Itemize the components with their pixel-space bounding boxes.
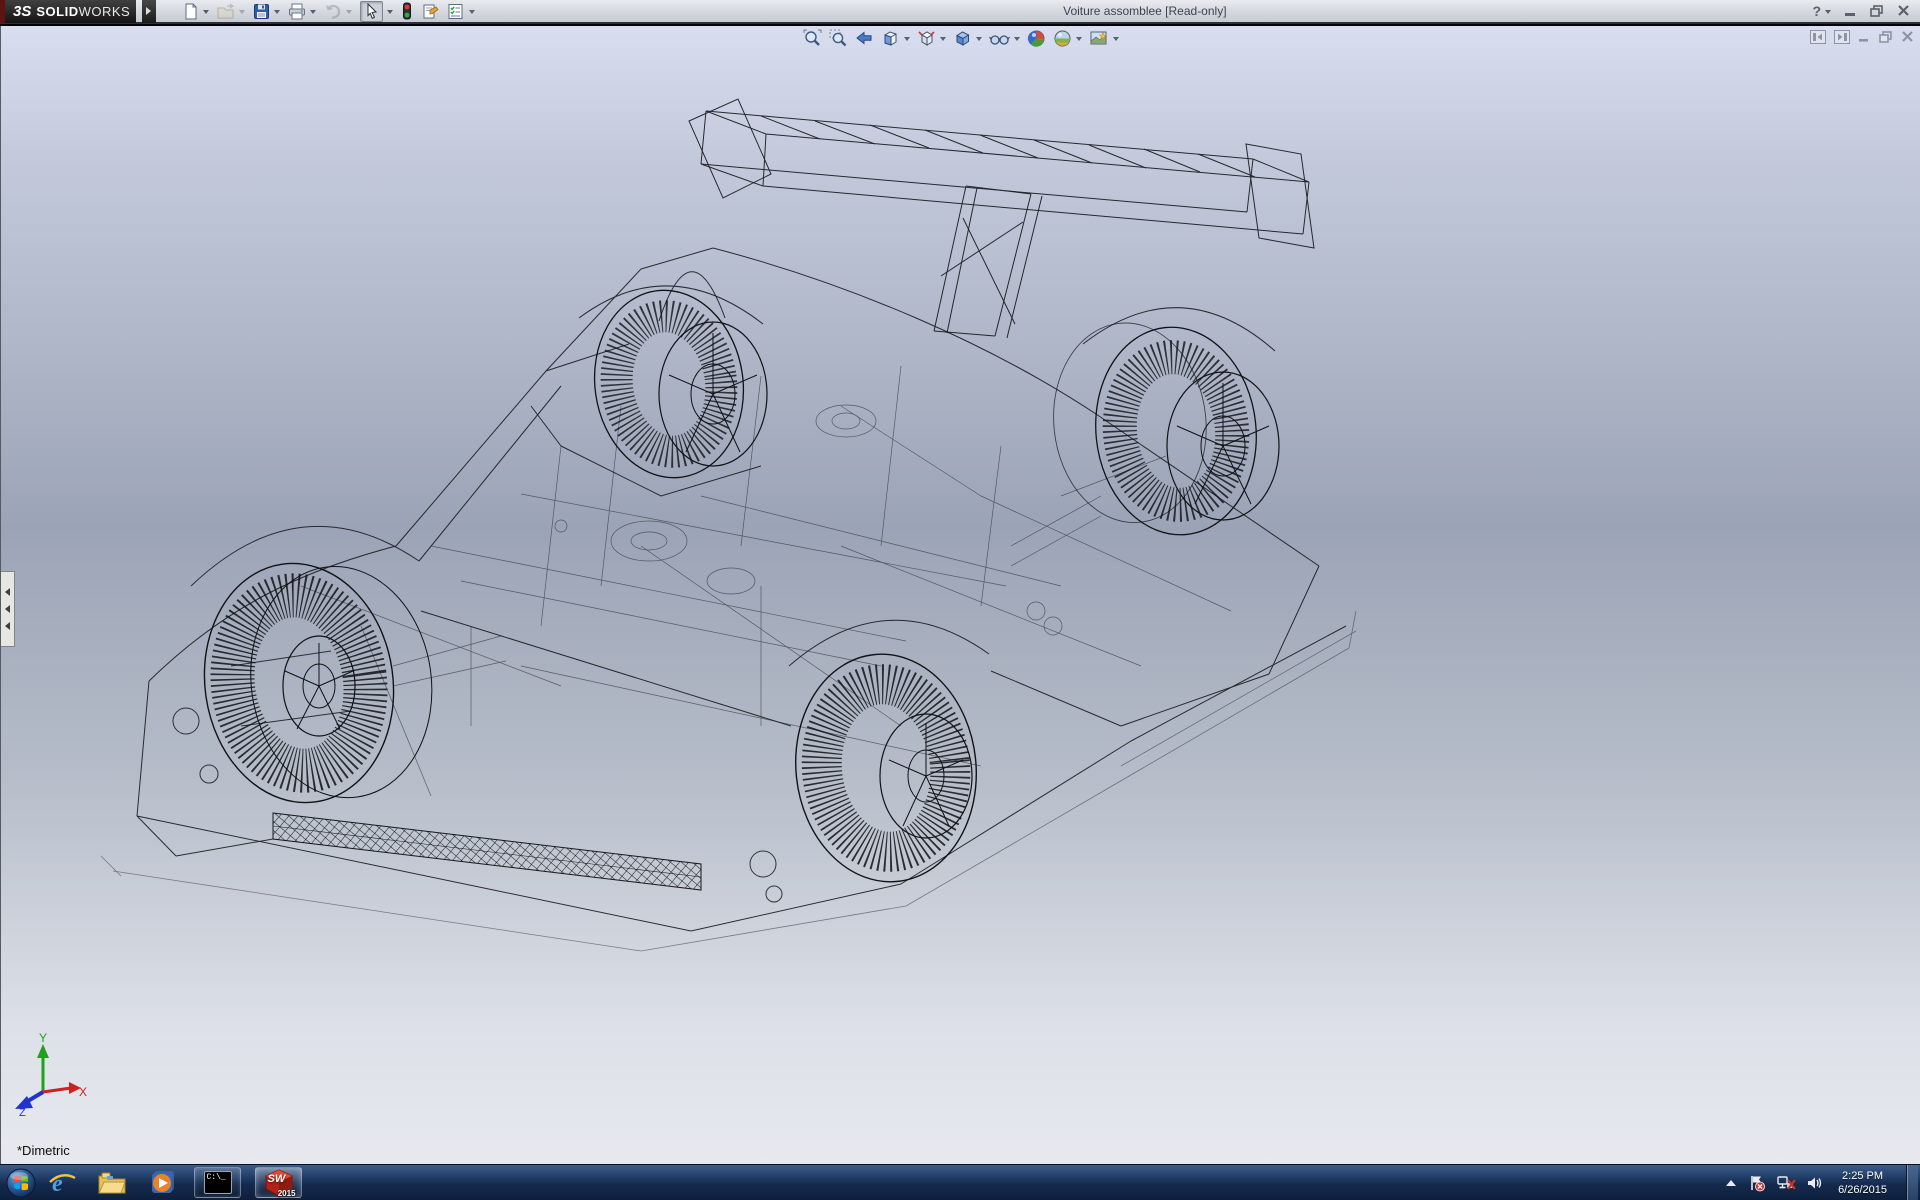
internet-explorer-button[interactable]: e bbox=[44, 1168, 80, 1198]
logo-accent-strip bbox=[0, 0, 5, 23]
new-dropdown-caret[interactable] bbox=[203, 9, 210, 17]
window-controls: ? bbox=[1812, 3, 1920, 19]
command-prompt-icon: C:\_ bbox=[203, 1171, 232, 1194]
save-document-icon bbox=[254, 3, 270, 19]
help-icon: ? bbox=[1812, 3, 1821, 19]
wheels bbox=[203, 289, 1280, 883]
wireframe-race-car-model[interactable] bbox=[1, 26, 1920, 1164]
windows-explorer-button[interactable] bbox=[94, 1168, 130, 1198]
select-cursor-icon bbox=[367, 2, 378, 19]
triad-x-label: X bbox=[79, 1085, 87, 1099]
taskbar: e C:\_ SW 2015 2:25 PM 6/26/2015 bbox=[0, 1164, 1920, 1200]
file-properties-button[interactable] bbox=[419, 2, 441, 21]
options-dropdown-caret[interactable] bbox=[469, 9, 476, 17]
help-button[interactable]: ? bbox=[1812, 3, 1831, 19]
command-prompt-button[interactable]: C:\_ bbox=[194, 1167, 241, 1198]
menu-flyout-button[interactable] bbox=[142, 0, 157, 23]
rear-right-wheel bbox=[1053, 322, 1257, 536]
rear-wing bbox=[688, 98, 1315, 339]
options-icon bbox=[448, 3, 463, 19]
show-desktop-button[interactable] bbox=[1906, 1164, 1918, 1200]
help-dropdown-caret[interactable] bbox=[1825, 9, 1831, 17]
clock-date: 6/26/2015 bbox=[1838, 1183, 1887, 1196]
undo-button[interactable] bbox=[322, 2, 354, 21]
media-player-icon bbox=[152, 1170, 174, 1193]
brand-name-bold: SOLID bbox=[36, 3, 79, 19]
titlebar: 3S SOLID WORKS Voiture assomblee [Read-o… bbox=[0, 0, 1920, 24]
traffic-light-icon bbox=[403, 2, 412, 20]
select-tool-button[interactable] bbox=[358, 0, 395, 23]
chassis-detail-lines bbox=[300, 365, 1232, 797]
orientation-triad: Y X Z bbox=[15, 1031, 87, 1116]
main-toolbar bbox=[180, 0, 477, 23]
windows-start-orb-icon bbox=[6, 1168, 36, 1197]
print-document-button[interactable] bbox=[286, 2, 318, 21]
file-properties-icon bbox=[423, 4, 439, 18]
window-title: Voiture assomblee [Read-only] bbox=[1063, 4, 1227, 18]
close-button[interactable] bbox=[1897, 5, 1910, 17]
flyout-arrow-icon bbox=[146, 7, 155, 15]
internet-explorer-icon: e bbox=[49, 1171, 76, 1197]
select-dropdown-caret[interactable] bbox=[387, 9, 394, 17]
taskbar-clock[interactable]: 2:25 PM 6/26/2015 bbox=[1834, 1169, 1896, 1197]
taskbar-items: e C:\_ SW 2015 bbox=[44, 1167, 302, 1198]
view-orientation-label: *Dimetric bbox=[17, 1143, 70, 1158]
desktop: 3S SOLID WORKS Voiture assomblee [Read-o… bbox=[0, 0, 1920, 1200]
brand-name-light: WORKS bbox=[78, 3, 131, 19]
triad-z-label: Z bbox=[19, 1107, 26, 1116]
open-dropdown-caret[interactable] bbox=[239, 9, 246, 17]
save-dropdown-caret[interactable] bbox=[274, 9, 281, 17]
media-player-button[interactable] bbox=[144, 1168, 180, 1198]
open-document-icon bbox=[217, 2, 235, 18]
save-document-button[interactable] bbox=[251, 2, 282, 21]
folder-icon bbox=[98, 1172, 126, 1193]
new-document-icon bbox=[185, 3, 197, 19]
options-button[interactable] bbox=[445, 2, 477, 21]
front-left-wheel bbox=[203, 562, 433, 804]
rebuild-button[interactable] bbox=[399, 1, 415, 21]
solidworks-taskbar-button[interactable]: SW 2015 bbox=[255, 1167, 302, 1198]
undo-icon bbox=[326, 4, 341, 19]
system-tray: 2:25 PM 6/26/2015 bbox=[1724, 1164, 1920, 1200]
brand-prefix: 3S bbox=[13, 2, 32, 20]
volume-icon[interactable] bbox=[1806, 1175, 1824, 1191]
new-document-button[interactable] bbox=[180, 2, 211, 21]
open-document-button[interactable] bbox=[215, 2, 247, 21]
radiator-mesh bbox=[272, 812, 702, 891]
network-disconnected-icon[interactable] bbox=[1776, 1174, 1796, 1192]
print-document-icon bbox=[289, 3, 306, 19]
triad-y-label: Y bbox=[39, 1031, 47, 1045]
solidworks-logo: 3S SOLID WORKS bbox=[0, 0, 137, 23]
solidworks-2015-icon: SW 2015 bbox=[264, 1168, 296, 1198]
start-button[interactable] bbox=[6, 1168, 36, 1198]
rear-left-wheel bbox=[795, 653, 977, 883]
front-right-wheel bbox=[593, 289, 745, 479]
action-center-flag-icon[interactable] bbox=[1748, 1174, 1766, 1192]
hidden-icons-arrow-button[interactable] bbox=[1724, 1178, 1738, 1188]
undo-dropdown-caret[interactable] bbox=[346, 9, 353, 17]
clock-time: 2:25 PM bbox=[1842, 1169, 1884, 1182]
graphics-viewport[interactable]: Y X Z *Dimetric bbox=[0, 26, 1920, 1164]
restore-button[interactable] bbox=[1870, 5, 1884, 17]
minimize-button[interactable] bbox=[1844, 6, 1857, 17]
print-dropdown-caret[interactable] bbox=[310, 9, 317, 17]
